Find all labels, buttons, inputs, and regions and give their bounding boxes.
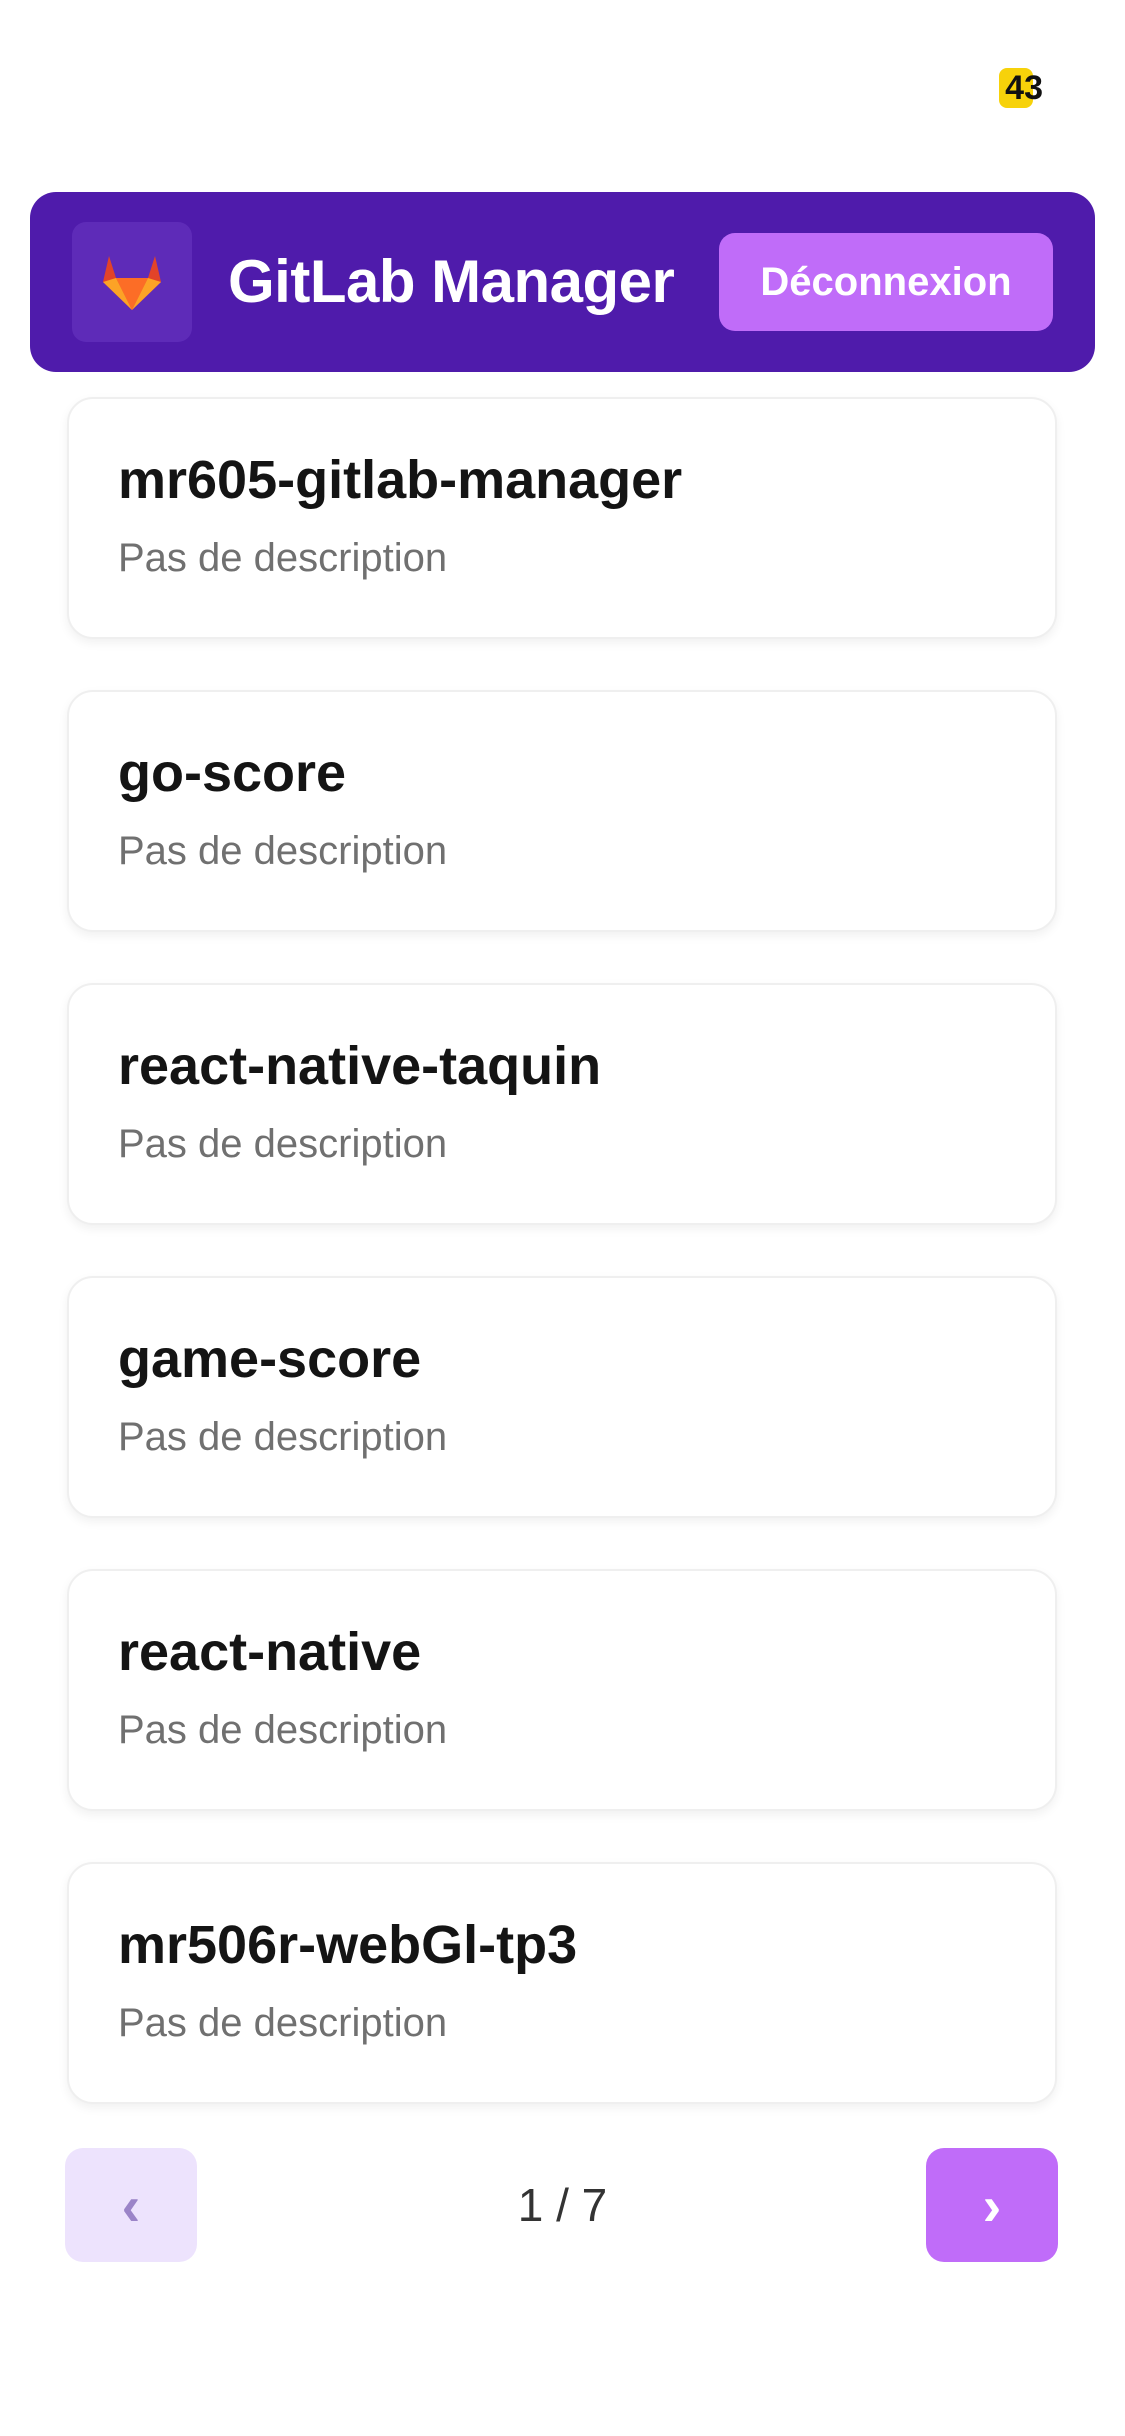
next-page-button[interactable]: › xyxy=(926,2148,1058,2262)
project-card[interactable]: react-native Pas de description xyxy=(67,1569,1057,1811)
project-card[interactable]: react-native-taquin Pas de description xyxy=(67,983,1057,1225)
pagination: 1 / 7 ‹ › xyxy=(0,2148,1125,2262)
status-bar: 43 xyxy=(0,0,1125,150)
project-name: react-native-taquin xyxy=(118,1036,602,1096)
project-card[interactable]: game-score Pas de description xyxy=(67,1276,1057,1518)
project-description: Pas de description xyxy=(118,829,448,873)
project-name: go-score xyxy=(118,743,347,803)
project-description: Pas de description xyxy=(118,1122,448,1166)
app-logo xyxy=(72,222,192,342)
project-name: game-score xyxy=(118,1329,422,1389)
project-description: Pas de description xyxy=(118,2001,448,2045)
project-card[interactable]: mr605-gitlab-manager Pas de description xyxy=(67,397,1057,639)
battery-indicator: 43 xyxy=(999,68,1045,108)
gitlab-fox-icon xyxy=(103,256,161,310)
project-card[interactable]: go-score Pas de description xyxy=(67,690,1057,932)
battery-icon: 43 xyxy=(999,68,1045,108)
chevron-right-icon: › xyxy=(982,2173,1002,2237)
project-name: mr506r-webGl-tp3 xyxy=(118,1915,578,1975)
chevron-left-icon: ‹ xyxy=(121,2173,141,2237)
app-title: GitLab Manager xyxy=(228,248,675,315)
app-header: GitLab Manager Déconnexion xyxy=(30,192,1095,372)
project-name: react-native xyxy=(118,1622,422,1682)
project-description: Pas de description xyxy=(118,1708,448,1752)
project-description: Pas de description xyxy=(118,536,448,580)
app-screen: 43 GitLab Manager Déconnexion mr605-gitl… xyxy=(0,0,1125,2436)
battery-level: 43 xyxy=(1005,69,1043,107)
previous-page-button[interactable]: ‹ xyxy=(65,2148,197,2262)
project-description: Pas de description xyxy=(118,1415,448,1459)
logout-button[interactable]: Déconnexion xyxy=(719,233,1053,331)
project-name: mr605-gitlab-manager xyxy=(118,450,683,510)
project-card[interactable]: mr506r-webGl-tp3 Pas de description xyxy=(67,1862,1057,2104)
